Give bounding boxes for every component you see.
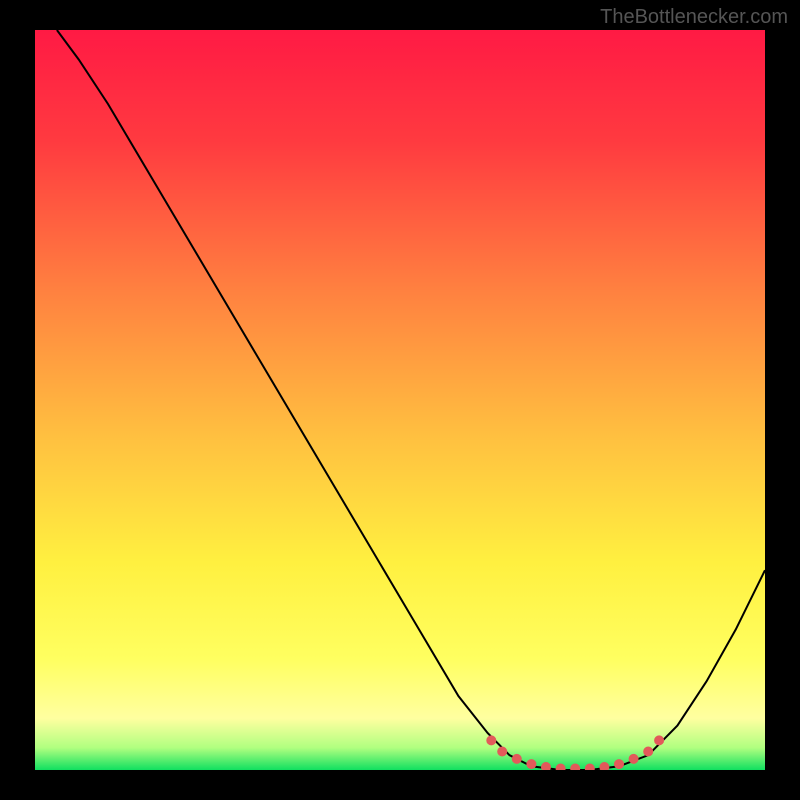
marker-point: [512, 754, 522, 764]
marker-point: [486, 735, 496, 745]
marker-point: [643, 747, 653, 757]
plot-area: [35, 30, 765, 770]
watermark-text: TheBottlenecker.com: [600, 6, 788, 29]
chart-container: TheBottlenecker.com: [0, 0, 800, 800]
marker-point: [614, 759, 624, 769]
marker-point: [629, 754, 639, 764]
marker-point: [526, 759, 536, 769]
marker-point: [654, 735, 664, 745]
gradient-background: [35, 30, 765, 770]
chart-svg: [35, 30, 765, 770]
marker-point: [497, 747, 507, 757]
